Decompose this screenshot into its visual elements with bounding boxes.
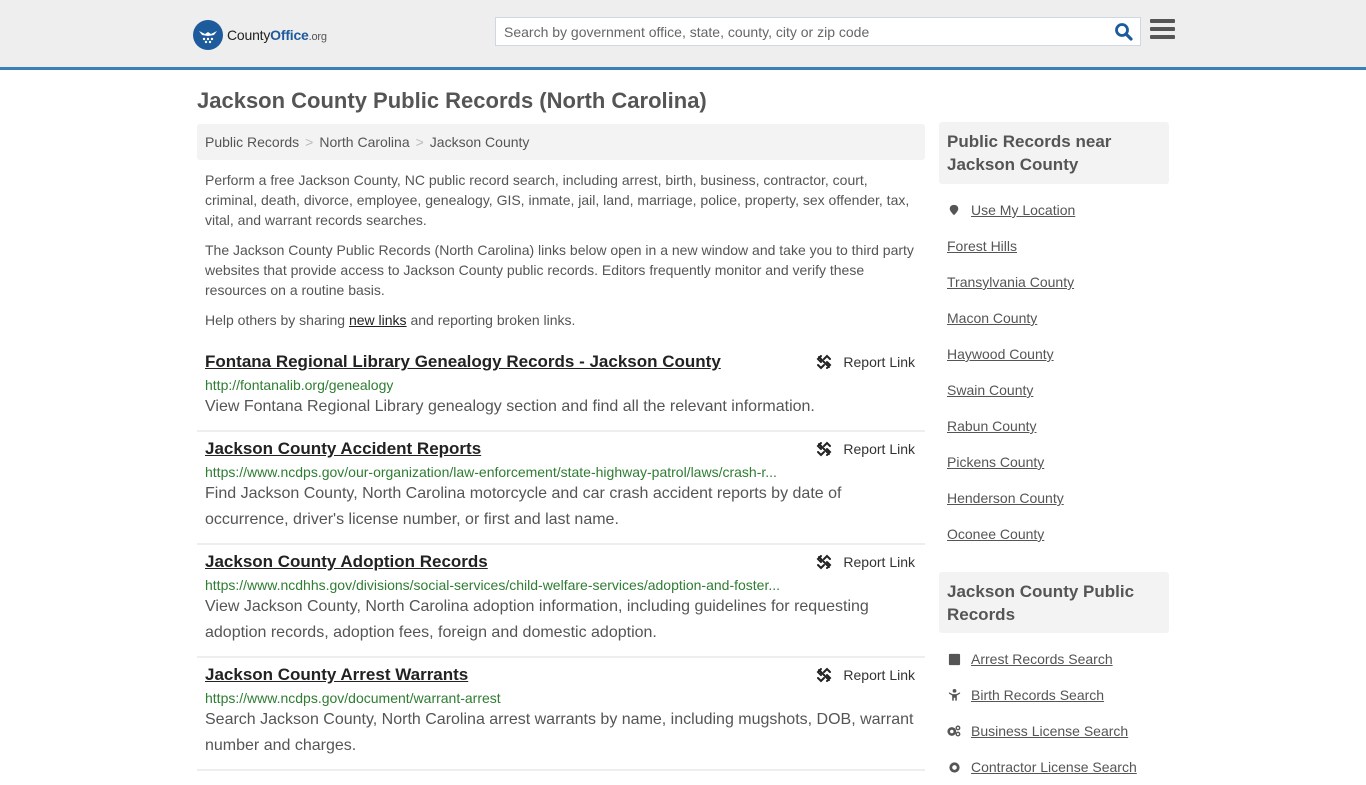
intro-text: Perform a free Jackson County, NC public… <box>205 170 920 340</box>
nearby-item: Pickens County <box>947 444 1169 480</box>
site-logo[interactable]: CountyOffice.org <box>193 20 327 50</box>
nearby-item: Swain County <box>947 372 1169 408</box>
nearby-link-swain-county[interactable]: Swain County <box>947 382 1033 398</box>
record-description: View Jackson County, North Carolina adop… <box>205 598 869 641</box>
report-link-button[interactable]: Report Link <box>815 353 915 371</box>
nearby-link-pickens-county[interactable]: Pickens County <box>947 454 1044 470</box>
search-input[interactable] <box>496 18 1106 45</box>
new-links-link[interactable]: new links <box>349 312 407 328</box>
records-list: Fontana Regional Library Genealogy Recor… <box>197 345 925 771</box>
intro-paragraph: The Jackson County Public Records (North… <box>205 242 914 298</box>
county-record-item: Birth Records Search <box>947 677 1169 713</box>
hamburger-menu-icon[interactable] <box>1150 19 1175 41</box>
record-item: Jackson County Arrest Warrants https://w… <box>197 658 925 771</box>
nearby-item: Oconee County <box>947 516 1169 552</box>
nearby-item: Transylvania County <box>947 264 1169 300</box>
use-my-location-link[interactable]: Use My Location <box>971 202 1075 218</box>
child-icon <box>947 688 961 702</box>
record-title-link[interactable]: Fontana Regional Library Genealogy Recor… <box>205 352 721 372</box>
nearby-list: Use My Location Forest Hills Transylvani… <box>947 192 1169 552</box>
arrest-records-search-link[interactable]: Arrest Records Search <box>971 651 1113 667</box>
eagle-logo-icon <box>193 20 223 50</box>
record-description: Search Jackson County, North Carolina ar… <box>205 711 914 754</box>
breadcrumb-public-records[interactable]: Public Records <box>205 134 299 150</box>
county-record-item: Arrest Records Search <box>947 641 1169 677</box>
record-url: https://www.ncdps.gov/our-organization/l… <box>205 464 777 480</box>
record-item: Fontana Regional Library Genealogy Recor… <box>197 345 925 432</box>
record-item: Jackson County Adoption Records https://… <box>197 545 925 658</box>
nearby-section-title: Public Records near Jackson County <box>939 122 1169 184</box>
page-title: Jackson County Public Records (North Car… <box>197 88 707 113</box>
use-my-location-item: Use My Location <box>947 192 1169 228</box>
record-title-link[interactable]: Jackson County Accident Reports <box>205 439 481 459</box>
report-link-button[interactable]: Report Link <box>815 666 915 684</box>
square-icon <box>947 652 961 666</box>
nearby-link-haywood-county[interactable]: Haywood County <box>947 346 1054 362</box>
nearby-item: Macon County <box>947 300 1169 336</box>
record-item: Jackson County Accident Reports https://… <box>197 432 925 545</box>
business-license-search-link[interactable]: Business License Search <box>971 723 1128 739</box>
breadcrumb-separator: > <box>415 134 424 150</box>
record-title-link[interactable]: Jackson County Arrest Warrants <box>205 665 468 685</box>
cogs-icon <box>947 724 961 738</box>
gear-icon <box>947 760 961 774</box>
top-bar: CountyOffice.org <box>0 0 1366 70</box>
county-record-item: Business License Search <box>947 713 1169 749</box>
nearby-item: Haywood County <box>947 336 1169 372</box>
record-url: http://fontanalib.org/genealogy <box>205 377 394 393</box>
breadcrumb-jackson-county: Jackson County <box>429 134 530 150</box>
help-paragraph: Help others by sharing new links and rep… <box>205 312 576 328</box>
nearby-link-oconee-county[interactable]: Oconee County <box>947 526 1044 542</box>
record-description: View Fontana Regional Library genealogy … <box>205 398 815 415</box>
search-box <box>495 17 1141 46</box>
report-link-button[interactable]: Report Link <box>815 440 915 458</box>
map-marker-icon <box>947 203 961 217</box>
county-records-section-title: Jackson County Public Records <box>939 572 1169 633</box>
intro-paragraph: Perform a free Jackson County, NC public… <box>205 172 910 228</box>
nearby-item: Forest Hills <box>947 228 1169 264</box>
record-url: https://www.ncdhhs.gov/divisions/social-… <box>205 577 781 593</box>
county-records-list: Arrest Records Search Birth Records Sear… <box>947 641 1169 785</box>
record-url: https://www.ncdps.gov/document/warrant-a… <box>205 690 501 706</box>
broken-link-icon <box>816 554 832 570</box>
nearby-link-macon-county[interactable]: Macon County <box>947 310 1037 326</box>
broken-link-icon <box>816 354 832 370</box>
report-link-button[interactable]: Report Link <box>815 553 915 571</box>
nearby-item: Henderson County <box>947 480 1169 516</box>
search-icon[interactable] <box>1114 22 1134 42</box>
broken-link-icon <box>816 441 832 457</box>
county-record-item: Contractor License Search <box>947 749 1169 785</box>
birth-records-search-link[interactable]: Birth Records Search <box>971 687 1104 703</box>
contractor-license-search-link[interactable]: Contractor License Search <box>971 759 1137 775</box>
nearby-link-henderson-county[interactable]: Henderson County <box>947 490 1064 506</box>
record-description: Find Jackson County, North Carolina moto… <box>205 485 842 528</box>
nearby-link-forest-hills[interactable]: Forest Hills <box>947 238 1017 254</box>
record-title-link[interactable]: Jackson County Adoption Records <box>205 552 488 572</box>
broken-link-icon <box>816 667 832 683</box>
breadcrumb-separator: > <box>305 134 314 150</box>
breadcrumb: Public Records > North Carolina > Jackson Co… <box>197 124 925 160</box>
nearby-link-rabun-county[interactable]: Rabun County <box>947 418 1037 434</box>
nearby-link-transylvania-county[interactable]: Transylvania County <box>947 274 1074 290</box>
breadcrumb-north-carolina[interactable]: North Carolina <box>319 134 409 150</box>
nearby-item: Rabun County <box>947 408 1169 444</box>
logo-text: CountyOffice.org <box>227 27 327 43</box>
